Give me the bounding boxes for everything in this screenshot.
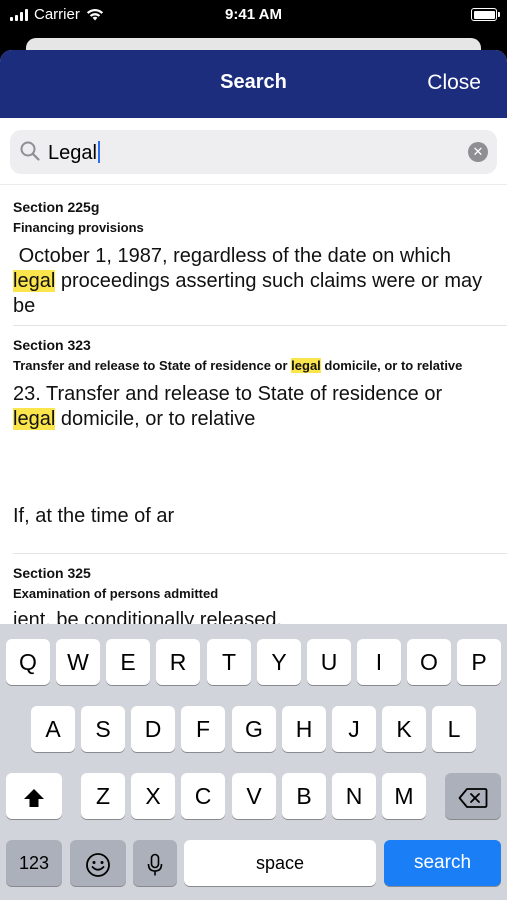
- key-c[interactable]: C: [181, 773, 225, 819]
- key-t[interactable]: T: [207, 639, 251, 685]
- backspace-icon: [458, 788, 488, 808]
- result-title: Financing provisions: [13, 220, 144, 235]
- key-d[interactable]: D: [131, 706, 175, 752]
- key-r[interactable]: R: [156, 639, 200, 685]
- result-section: Section 225g: [13, 199, 100, 215]
- key-s[interactable]: S: [81, 706, 125, 752]
- clear-icon[interactable]: ✕: [468, 142, 488, 162]
- emoji-icon: [86, 853, 110, 877]
- emoji-key[interactable]: [70, 840, 126, 886]
- search-key[interactable]: search: [384, 840, 501, 886]
- key-x[interactable]: X: [131, 773, 175, 819]
- shift-key[interactable]: [6, 773, 62, 819]
- result-snippet-extra: If, at the time of ar: [13, 505, 175, 527]
- key-l[interactable]: L: [432, 706, 476, 752]
- key-y[interactable]: Y: [257, 639, 301, 685]
- key-u[interactable]: U: [307, 639, 351, 685]
- search-bar: Legal ✕: [0, 118, 507, 185]
- result-item[interactable]: Section 325 Examination of persons admit…: [13, 554, 507, 624]
- numbers-key[interactable]: 123: [6, 840, 62, 886]
- backspace-key[interactable]: [445, 773, 501, 819]
- highlight: legal: [291, 358, 321, 373]
- battery-icon: [471, 8, 500, 21]
- key-o[interactable]: O: [407, 639, 451, 685]
- highlight: legal: [13, 270, 56, 292]
- result-snippet: ient, be conditionally released.: [13, 609, 283, 624]
- text-caret: [97, 141, 100, 163]
- result-snippet: 23. Transfer and release to State of res…: [13, 383, 443, 430]
- shift-icon: [24, 788, 44, 807]
- key-z[interactable]: Z: [81, 773, 125, 819]
- search-input-value: Legal: [48, 141, 100, 165]
- key-j[interactable]: J: [332, 706, 376, 752]
- key-p[interactable]: P: [457, 639, 501, 685]
- search-icon: [20, 141, 40, 161]
- key-n[interactable]: N: [332, 773, 376, 819]
- space-key[interactable]: space: [184, 840, 376, 886]
- nav-bar: Search Close: [0, 50, 507, 118]
- result-item[interactable]: Section 323 Transfer and release to Stat…: [13, 326, 507, 554]
- keyboard: Q W E R T Y U I O P A S D F G H J K L Z …: [0, 624, 507, 900]
- result-snippet: October 1, 1987, regardless of the date …: [13, 245, 488, 317]
- result-section: Section 323: [13, 337, 91, 353]
- key-k[interactable]: K: [382, 706, 426, 752]
- key-g[interactable]: G: [232, 706, 276, 752]
- status-time: 9:41 AM: [225, 6, 282, 23]
- highlight: legal: [13, 408, 56, 430]
- results-list: Section 225g Financing provisions Octobe…: [0, 188, 507, 624]
- key-b[interactable]: B: [282, 773, 326, 819]
- key-i[interactable]: I: [357, 639, 401, 685]
- key-q[interactable]: Q: [6, 639, 50, 685]
- key-m[interactable]: M: [382, 773, 426, 819]
- key-a[interactable]: A: [31, 706, 75, 752]
- key-w[interactable]: W: [56, 639, 100, 685]
- search-input[interactable]: Legal ✕: [10, 130, 497, 174]
- key-h[interactable]: H: [282, 706, 326, 752]
- result-item[interactable]: Section 225g Financing provisions Octobe…: [13, 188, 507, 326]
- close-button[interactable]: Close: [427, 71, 481, 95]
- status-bar: Carrier 9:41 AM: [0, 0, 507, 30]
- key-v[interactable]: V: [232, 773, 276, 819]
- result-title: Transfer and release to State of residen…: [13, 358, 463, 373]
- key-e[interactable]: E: [106, 639, 150, 685]
- result-section: Section 325: [13, 565, 91, 581]
- result-title: Examination of persons admitted: [13, 586, 219, 601]
- microphone-icon: [147, 853, 163, 876]
- dictation-key[interactable]: [133, 840, 177, 886]
- key-f[interactable]: F: [181, 706, 225, 752]
